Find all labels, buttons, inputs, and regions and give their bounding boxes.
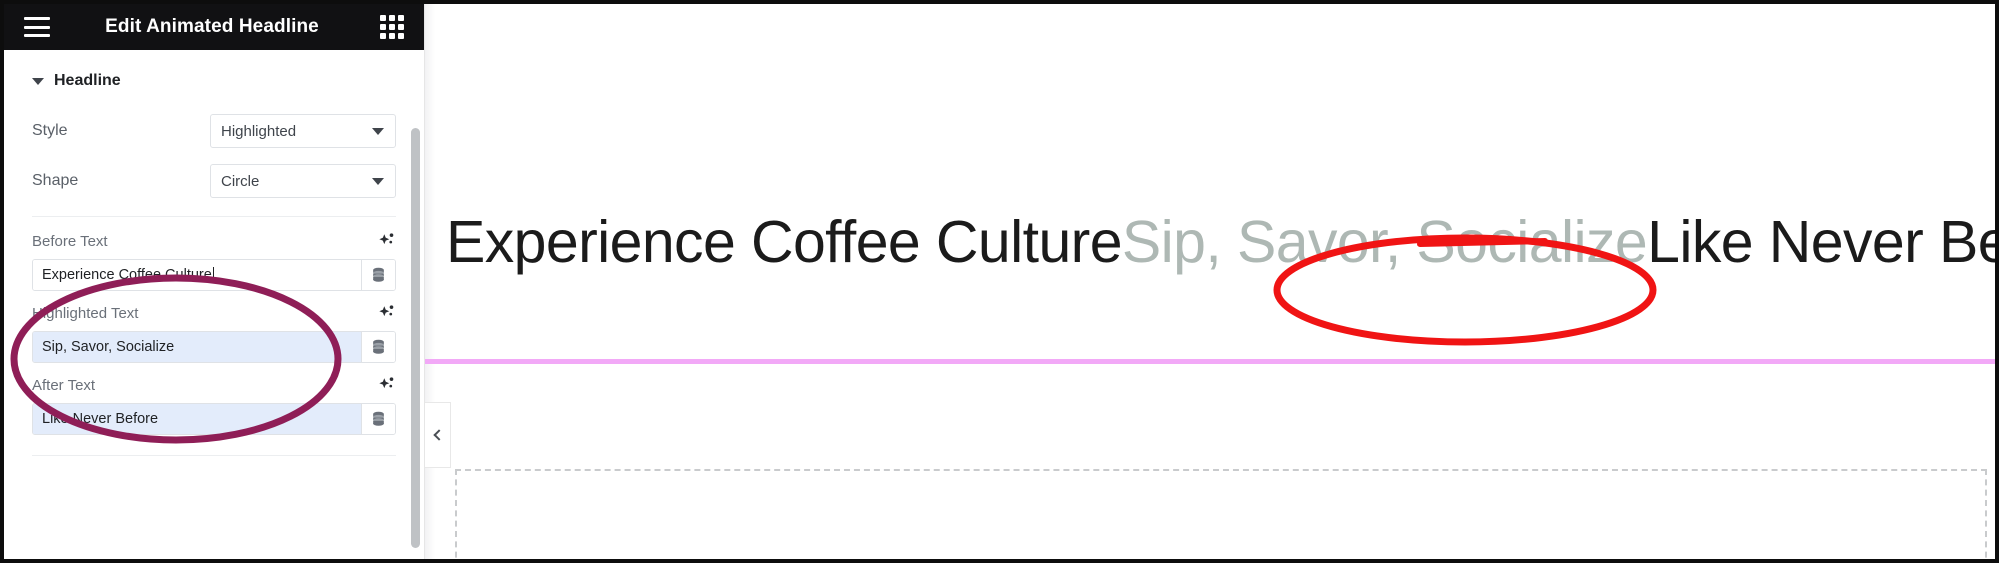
text-cursor	[212, 267, 214, 283]
field-group-after-text: After Text Like Never Before	[32, 367, 396, 439]
page-title: Edit Animated Headline	[105, 16, 319, 37]
ai-sparkle-icon[interactable]	[378, 232, 396, 250]
controls-list: Style Highlighted Shape Circle Before Te…	[4, 106, 424, 439]
field-group-highlighted-text: Highlighted Text Sip, Savor, Socialize	[32, 295, 396, 367]
elementor-editor-window: Edit Animated Headline Headline Style Hi…	[0, 0, 1999, 563]
highlighted-text-input[interactable]: Sip, Savor, Socialize	[33, 332, 361, 362]
ai-sparkle-icon[interactable]	[378, 304, 396, 322]
before-text-input-wrap: Experience Coffee Culture	[32, 259, 396, 291]
divider	[32, 455, 396, 456]
editor-panel: Edit Animated Headline Headline Style Hi…	[4, 4, 425, 559]
before-text-value: Experience Coffee Culture	[42, 267, 212, 283]
before-text-label-row: Before Text	[32, 223, 396, 259]
before-text-label: Before Text	[32, 232, 108, 250]
after-text-value: Like Never Before	[42, 411, 159, 427]
field-group-before-text: Before Text Experience Coffee Culture	[32, 223, 396, 295]
after-text-label: After Text	[32, 376, 96, 394]
chevron-down-icon	[372, 128, 384, 135]
headline-highlighted-text: Sip, Savor, Socialize	[1121, 209, 1648, 275]
headline-before-text: Experience Coffee Culture	[446, 209, 1123, 275]
control-row-style: Style Highlighted	[32, 106, 396, 156]
control-row-shape: Shape Circle	[32, 156, 396, 206]
highlighted-text-label: Highlighted Text	[32, 304, 139, 322]
dynamic-tags-icon[interactable]	[361, 332, 395, 362]
headline-after-text: Like Never Before	[1647, 209, 1995, 275]
style-select[interactable]: Highlighted	[210, 114, 396, 148]
preview-canvas: Experience Coffee CultureSip, Savor, Soc…	[425, 4, 1995, 559]
after-text-label-row: After Text	[32, 367, 396, 403]
panel-body: Headline Style Highlighted Shape Circle	[4, 50, 424, 559]
highlighted-text-label-row: Highlighted Text	[32, 295, 396, 331]
shape-label: Shape	[32, 172, 79, 189]
after-text-input-wrap: Like Never Before	[32, 403, 396, 435]
caret-down-icon	[32, 77, 44, 85]
divider	[32, 216, 396, 217]
empty-section-placeholder[interactable]	[455, 469, 1987, 559]
chevron-down-icon	[372, 178, 384, 185]
section-headline-toggle[interactable]: Headline	[4, 50, 424, 106]
style-select-value: Highlighted	[221, 122, 297, 140]
grid-icon[interactable]	[380, 15, 404, 39]
style-label: Style	[32, 122, 68, 139]
dynamic-tags-icon[interactable]	[361, 404, 395, 434]
highlighted-text-value: Sip, Savor, Socialize	[42, 339, 175, 355]
preview-left-edge	[425, 4, 435, 559]
ai-sparkle-icon[interactable]	[378, 376, 396, 394]
after-text-input[interactable]: Like Never Before	[33, 404, 361, 434]
section-title: Headline	[54, 72, 121, 89]
highlighted-text-input-wrap: Sip, Savor, Socialize	[32, 331, 396, 363]
section-rule	[425, 359, 1995, 364]
dynamic-tags-icon[interactable]	[361, 260, 395, 290]
panel-header: Edit Animated Headline	[4, 4, 424, 50]
panel-collapse-button[interactable]	[425, 402, 451, 468]
before-text-input[interactable]: Experience Coffee Culture	[33, 260, 361, 290]
shape-select[interactable]: Circle	[210, 164, 396, 198]
headline-preview: Experience Coffee CultureSip, Savor, Soc…	[446, 209, 1995, 275]
chevron-left-icon	[433, 429, 445, 441]
shape-select-value: Circle	[221, 172, 260, 190]
panel-scrollbar[interactable]	[411, 128, 420, 548]
